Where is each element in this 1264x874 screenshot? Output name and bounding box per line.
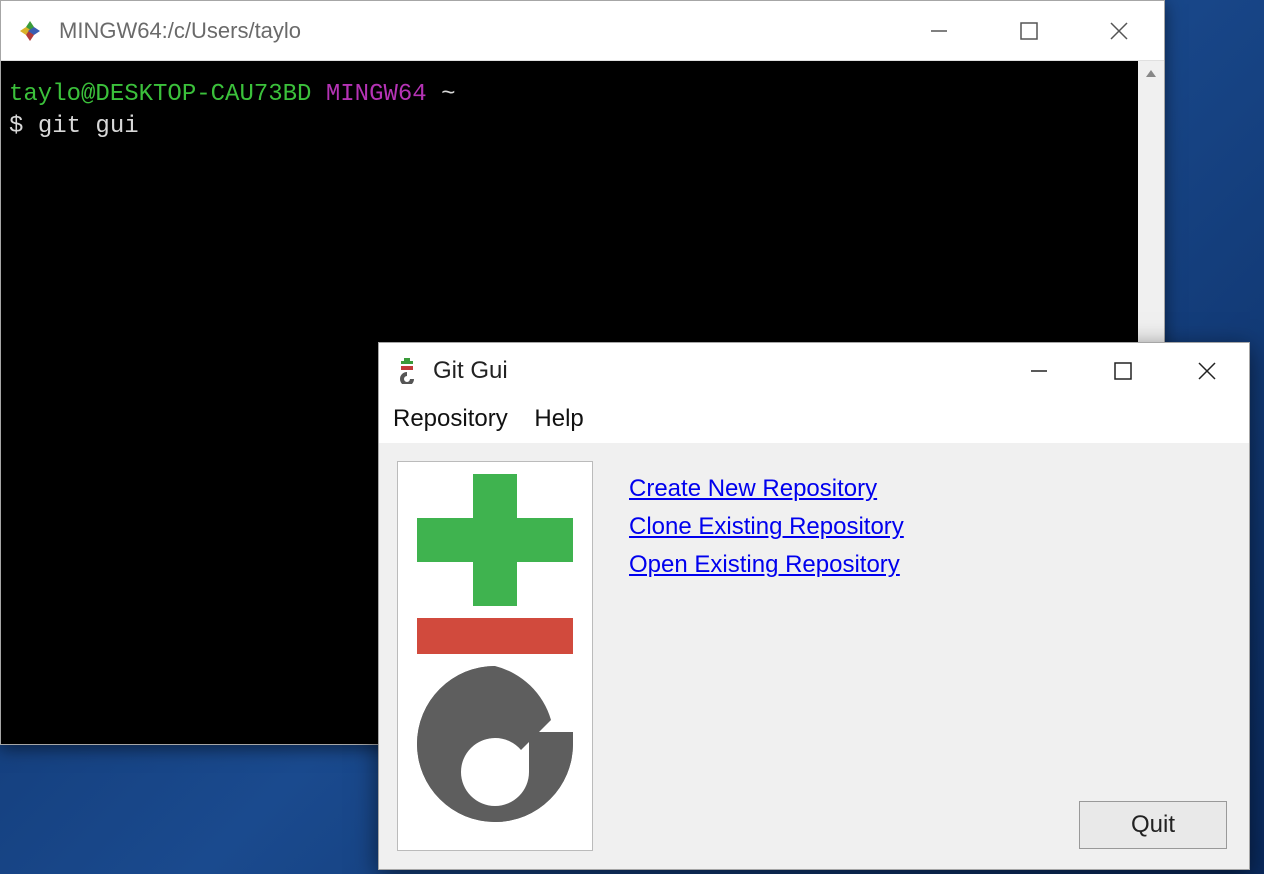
terminal-prompt-line: taylo@DESKTOP-CAU73BD MINGW64 ~ — [9, 79, 1156, 111]
maximize-button[interactable] — [984, 1, 1074, 60]
prompt-env: MINGW64 — [326, 81, 427, 108]
scrollbar-up-icon[interactable] — [1138, 61, 1164, 87]
quit-button[interactable]: Quit — [1079, 801, 1227, 849]
menu-repository[interactable]: Repository — [393, 405, 508, 433]
prompt-symbol: $ — [9, 113, 23, 140]
gitgui-menubar: Repository Help — [379, 399, 1249, 443]
gitgui-window-controls — [997, 343, 1249, 399]
menu-help[interactable]: Help — [534, 405, 583, 433]
open-repo-link[interactable]: Open Existing Repository — [629, 551, 904, 579]
maximize-button[interactable] — [1081, 343, 1165, 399]
clone-repo-link[interactable]: Clone Existing Repository — [629, 513, 904, 541]
mingw-icon — [19, 20, 41, 42]
gitgui-title: Git Gui — [433, 357, 997, 385]
git-logo-icon — [403, 466, 587, 846]
terminal-command-line: $ git gui — [9, 111, 1156, 143]
terminal-titlebar[interactable]: MINGW64:/c/Users/taylo — [1, 1, 1164, 61]
gitgui-app-icon — [395, 359, 419, 383]
minimize-button[interactable] — [894, 1, 984, 60]
window-controls — [894, 1, 1164, 60]
minimize-button[interactable] — [997, 343, 1081, 399]
gitgui-logo — [397, 461, 593, 851]
prompt-path: ~ — [441, 81, 455, 108]
close-button[interactable] — [1165, 343, 1249, 399]
terminal-title: MINGW64:/c/Users/taylo — [59, 18, 894, 44]
terminal-command: git gui — [38, 113, 139, 140]
close-button[interactable] — [1074, 1, 1164, 60]
gitgui-body: Create New Repository Clone Existing Rep… — [379, 443, 1249, 869]
prompt-user: taylo@DESKTOP-CAU73BD — [9, 81, 311, 108]
gitgui-window: Git Gui Repository Help — [378, 342, 1250, 870]
gitgui-titlebar[interactable]: Git Gui — [379, 343, 1249, 399]
create-repo-link[interactable]: Create New Repository — [629, 475, 904, 503]
gitgui-actions: Create New Repository Clone Existing Rep… — [629, 461, 904, 579]
